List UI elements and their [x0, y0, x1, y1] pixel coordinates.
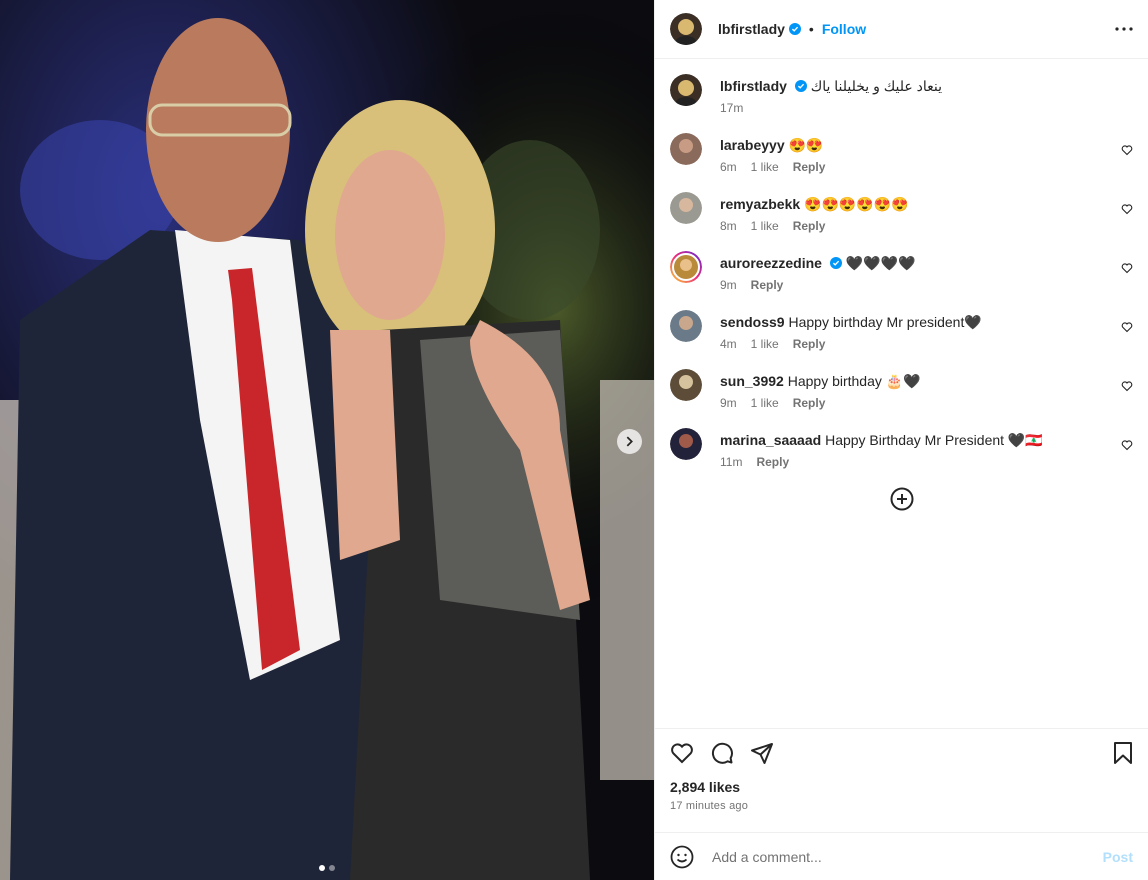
comment-item: sun_3992 Happy birthday 🎂🖤 9m 1 like Reply — [670, 369, 1133, 410]
comment-likes[interactable]: 1 like — [751, 160, 779, 174]
comment-time[interactable]: 8m — [720, 219, 737, 233]
comment-item: sendoss9 Happy birthday Mr president🖤 4m… — [670, 310, 1133, 351]
commenter-avatar[interactable] — [670, 428, 702, 460]
chevron-right-icon — [626, 436, 633, 447]
comment-time[interactable]: 6m — [720, 160, 737, 174]
like-count[interactable]: 2,894 likes — [670, 779, 1133, 795]
comment-likes[interactable]: 1 like — [751, 337, 779, 351]
save-bookmark-icon[interactable] — [1113, 741, 1133, 765]
comment-time[interactable]: 11m — [720, 455, 742, 469]
comment-text: 😍😍😍😍😍😍 — [804, 196, 909, 212]
carousel-dot-active — [319, 865, 325, 871]
carousel-dot — [329, 865, 335, 871]
post-photo — [0, 0, 654, 880]
like-comment-heart-icon[interactable] — [1121, 439, 1133, 451]
comment-likes[interactable]: 1 like — [751, 396, 779, 410]
like-comment-heart-icon[interactable] — [1121, 262, 1133, 274]
reply-button[interactable]: Reply — [793, 219, 826, 233]
caption-text: ينعاد عليك و يخليلنا ياك — [810, 78, 943, 94]
post-timestamp[interactable]: 17 minutes ago — [670, 800, 1133, 812]
follow-button[interactable]: Follow — [822, 21, 866, 37]
comment-username[interactable]: marina_saaaad — [720, 432, 821, 448]
reply-button[interactable]: Reply — [751, 278, 784, 292]
post-header: lbfirstlady • Follow — [655, 0, 1148, 59]
plus-circle-icon — [890, 487, 913, 511]
like-comment-heart-icon[interactable] — [1121, 380, 1133, 392]
load-more-comments-button[interactable] — [670, 487, 1133, 511]
verified-badge-icon — [794, 80, 807, 92]
comments-list[interactable]: lbfirstlady ينعاد عليك و يخليلنا ياك 17m… — [655, 59, 1148, 728]
author-avatar[interactable] — [670, 74, 702, 106]
share-paper-plane-icon[interactable] — [750, 741, 774, 765]
commenter-avatar[interactable] — [670, 133, 702, 165]
comment-text: Happy birthday Mr president🖤 — [788, 314, 982, 330]
like-comment-heart-icon[interactable] — [1121, 321, 1133, 333]
verified-badge-icon — [829, 257, 842, 269]
comment-username[interactable]: sun_3992 — [720, 373, 784, 389]
reply-button[interactable]: Reply — [793, 396, 826, 410]
reply-button[interactable]: Reply — [793, 337, 826, 351]
commenter-avatar[interactable] — [670, 192, 702, 224]
like-comment-heart-icon[interactable] — [1121, 203, 1133, 215]
comment-text: 🖤🖤🖤🖤 — [845, 255, 916, 271]
carousel-indicator — [0, 865, 654, 871]
comment-username[interactable]: larabeyyy — [720, 137, 785, 153]
comment-item: larabeyyy 😍😍 6m 1 like Reply — [670, 133, 1133, 174]
comment-text: Happy Birthday Mr President 🖤🇱🇧 — [825, 432, 1043, 448]
comment-username[interactable]: sendoss9 — [720, 314, 785, 330]
author-avatar[interactable] — [670, 13, 702, 45]
comment-text: Happy birthday 🎂🖤 — [787, 373, 921, 389]
comment-username[interactable]: remyazbekk — [720, 196, 800, 212]
emoji-icon[interactable] — [670, 845, 694, 869]
caption-time[interactable]: 17m — [720, 101, 743, 115]
comment-item: marina_saaaad Happy Birthday Mr Presiden… — [670, 428, 1133, 469]
comment-item: remyazbekk 😍😍😍😍😍😍 8m 1 like Reply — [670, 192, 1133, 233]
post-actions: 2,894 likes 17 minutes ago — [655, 728, 1148, 832]
like-comment-heart-icon[interactable] — [1121, 144, 1133, 156]
header-separator: • — [808, 21, 814, 37]
post-media[interactable] — [0, 0, 654, 880]
comment-text: 😍😍 — [788, 137, 824, 153]
comment-time[interactable]: 4m — [720, 337, 737, 351]
comment-item: auroreezzedine 🖤🖤🖤🖤 9m Reply — [670, 251, 1133, 292]
comment-username[interactable]: auroreezzedine — [720, 255, 822, 271]
more-options-icon[interactable] — [1115, 27, 1133, 31]
post-comment-button[interactable]: Post — [1103, 849, 1133, 865]
author-username[interactable]: lbfirstlady — [718, 21, 785, 37]
comment-bubble-icon[interactable] — [710, 741, 734, 765]
reply-button[interactable]: Reply — [793, 160, 826, 174]
commenter-avatar[interactable] — [670, 369, 702, 401]
add-comment-bar: Post — [655, 832, 1148, 880]
caption-username[interactable]: lbfirstlady — [720, 78, 787, 94]
comment-time[interactable]: 9m — [720, 396, 737, 410]
like-heart-icon[interactable] — [670, 741, 694, 765]
comment-input[interactable] — [710, 847, 1103, 866]
verified-badge-icon — [788, 23, 801, 35]
next-slide-button[interactable] — [617, 429, 642, 454]
reply-button[interactable]: Reply — [756, 455, 789, 469]
post-sidebar: lbfirstlady • Follow lbfirstlady ينعاد ع… — [654, 0, 1148, 880]
post-caption: lbfirstlady ينعاد عليك و يخليلنا ياك 17m — [670, 74, 1133, 115]
commenter-avatar-story-ring[interactable] — [670, 251, 702, 283]
commenter-avatar[interactable] — [670, 310, 702, 342]
comment-time[interactable]: 9m — [720, 278, 737, 292]
comment-likes[interactable]: 1 like — [751, 219, 779, 233]
